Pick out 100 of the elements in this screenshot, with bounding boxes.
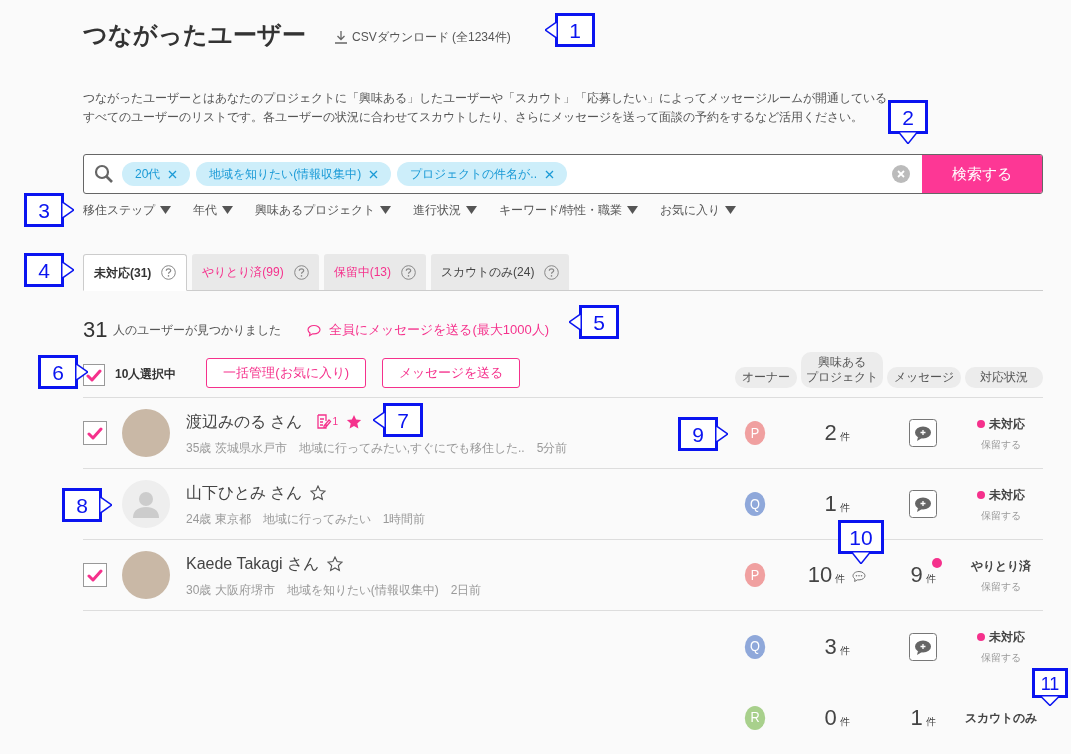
message-count: 9 <box>910 564 923 586</box>
count-unit: 件 <box>835 572 846 586</box>
csv-download-link[interactable]: CSVダウンロード (全1234件) <box>334 28 511 46</box>
column-header: プロジェクト <box>806 370 878 385</box>
star-icon[interactable] <box>346 413 362 430</box>
close-icon[interactable] <box>369 169 379 179</box>
close-icon[interactable] <box>168 169 178 179</box>
hold-link[interactable]: 保留する <box>981 650 1021 665</box>
page-title: つながったユーザー <box>83 20 306 50</box>
check-icon <box>87 567 103 583</box>
status-label: 未対応 <box>989 629 1025 646</box>
comment-icon[interactable] <box>852 570 867 583</box>
check-icon <box>87 425 103 441</box>
help-icon[interactable] <box>544 264 560 280</box>
project-count: 10 <box>807 564 833 586</box>
hold-link[interactable]: 保留する <box>981 436 1021 452</box>
help-icon[interactable] <box>401 264 417 280</box>
help-icon[interactable] <box>293 264 309 280</box>
count-unit: 件 <box>925 572 936 586</box>
filter-dropdown[interactable]: お気に入り <box>660 201 737 219</box>
bulk-action-button[interactable]: メッセージを送る <box>382 358 521 388</box>
status-label: やりとり済 <box>971 557 1031 575</box>
owner-badge: P <box>744 421 766 445</box>
user-name: Kaede Takagi さん <box>186 553 320 574</box>
project-count: 0 <box>824 706 837 729</box>
user-detail: 地域に行ってみたい,すぐにでも移住した.. <box>298 439 525 457</box>
checkbox[interactable] <box>83 563 107 587</box>
bulk-action-button[interactable]: 一括管理(お気に入り) <box>206 358 367 388</box>
search-field[interactable]: 20代 地域を知りたい(情報収集中) プロジェクトの件名が.. 検索する <box>83 154 1043 194</box>
project-count: 2 <box>824 422 837 444</box>
owner-badge: R <box>744 705 766 730</box>
owner-badge: Q <box>744 492 766 516</box>
memo-icon[interactable] <box>316 414 333 429</box>
status-label: 未対応 <box>989 415 1025 433</box>
status-label: 未対応 <box>989 486 1025 504</box>
hold-link[interactable]: 保留する <box>981 507 1021 523</box>
new-message-icon[interactable] <box>909 419 937 447</box>
user-detail: 地域に行ってみたい <box>262 510 371 528</box>
search-button[interactable]: 検索する <box>922 155 1042 193</box>
filter-dropdown[interactable]: キーワード/特性・職業 <box>499 201 639 219</box>
column-header: 興味ある <box>818 355 866 370</box>
column-header: オーナー <box>742 370 790 385</box>
status-label: スカウトのみ <box>965 709 1037 727</box>
download-icon <box>334 30 348 44</box>
caret-icon <box>160 206 171 214</box>
hold-link[interactable]: 保留する <box>981 578 1021 594</box>
description-text: つながったユーザーとはあなたのプロジェクトに「興味ある」したユーザーや「スカウト」「応募したい」によってメッセージルームが開通している <box>83 91 887 106</box>
count-unit: 件 <box>839 501 850 515</box>
filter-chip[interactable]: 20代 <box>122 162 191 186</box>
filter-dropdown[interactable]: 進行状況 <box>413 201 477 219</box>
caret-icon <box>222 206 233 214</box>
user-name: 山下ひとみ さん <box>186 482 303 503</box>
star-icon[interactable] <box>327 555 344 572</box>
user-detail: 35歳 茨城県水戸市 <box>186 439 287 457</box>
tab[interactable]: やりとり済(99) <box>192 254 319 290</box>
star-icon[interactable] <box>310 484 327 501</box>
count-unit: 件 <box>839 714 850 729</box>
clear-icon[interactable] <box>892 165 910 183</box>
check-icon <box>86 367 102 383</box>
description-text: すべてのユーザーのリストです。各ユーザーの状況に合わせてスカウトしたり、さらにメッセージを送って面談の予約をするなど活用ください。 <box>83 110 863 125</box>
user-detail: 5分前 <box>536 439 568 457</box>
new-message-icon[interactable] <box>909 490 937 518</box>
result-count: 31 <box>83 319 108 341</box>
tab[interactable]: 未対応(31) <box>83 254 188 291</box>
search-icon <box>94 164 114 184</box>
caret-icon <box>725 206 737 214</box>
user-detail: 24歳 東京都 <box>186 510 251 528</box>
column-header: メッセージ <box>894 370 954 385</box>
caret-icon <box>627 206 639 214</box>
new-message-icon[interactable] <box>909 632 937 661</box>
filter-dropdown[interactable]: 興味あるプロジェクト <box>255 201 391 219</box>
message-all-link[interactable]: 全員にメッセージを送る(最大1000人) <box>307 320 550 340</box>
user-name: 渡辺みのる さん <box>186 411 303 432</box>
count-unit: 件 <box>925 714 936 729</box>
column-header: 対応状況 <box>980 370 1028 385</box>
project-count: 1 <box>824 493 837 515</box>
count-unit: 件 <box>839 430 850 444</box>
filter-dropdown[interactable]: 移住ステップ <box>83 201 171 219</box>
tab[interactable]: 保留中(13) <box>323 254 427 290</box>
close-icon[interactable] <box>545 169 555 179</box>
project-count: 3 <box>824 635 837 658</box>
user-detail: 1時間前 <box>382 510 426 528</box>
user-detail: 30歳 大阪府堺市 <box>186 581 275 599</box>
filter-dropdown[interactable]: 年代 <box>193 201 233 219</box>
tab[interactable]: スカウトのみ(24) <box>431 254 570 290</box>
count-unit: 件 <box>839 643 850 658</box>
user-detail: 地域を知りたい(情報収集中) <box>286 581 439 599</box>
chat-bubble-icon <box>307 323 322 337</box>
caret-icon <box>380 206 391 214</box>
message-count: 1 <box>910 706 923 729</box>
help-icon[interactable] <box>161 265 177 280</box>
result-text: 人のユーザーが見つかりました <box>113 322 282 339</box>
checkbox[interactable] <box>83 421 107 445</box>
caret-icon <box>466 206 477 214</box>
owner-badge: Q <box>744 634 766 659</box>
filter-chip[interactable]: 地域を知りたい(情報収集中) <box>196 162 392 186</box>
filter-chip[interactable]: プロジェクトの件名が.. <box>397 162 568 186</box>
owner-badge: P <box>744 563 766 587</box>
user-detail: 2日前 <box>450 581 482 599</box>
memo-count: 1 <box>332 415 338 429</box>
